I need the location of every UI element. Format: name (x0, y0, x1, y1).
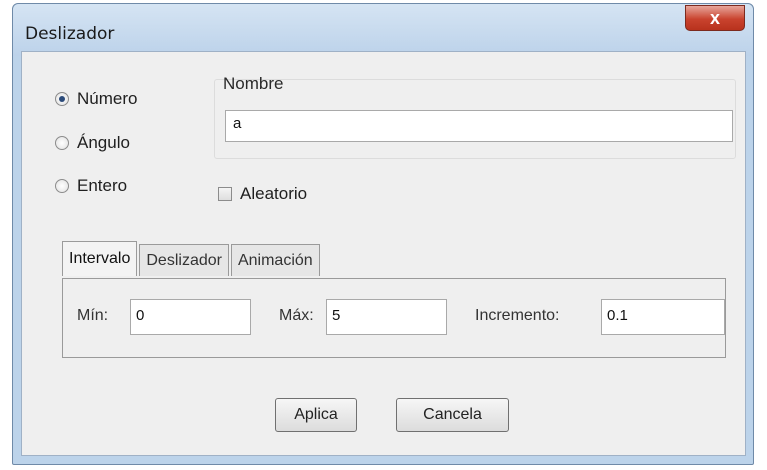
tab-animation[interactable]: Animación (230, 244, 320, 276)
interval-tab-panel: Mín: 0 Máx: 5 Incremento: 0.1 (62, 278, 726, 358)
name-input[interactable]: a (225, 110, 733, 142)
radio-number-label: Número (77, 89, 138, 108)
radio-indicator[interactable] (55, 136, 69, 150)
radio-angle[interactable]: Ángulo (55, 133, 130, 153)
dialog-body: Número Ángulo Entero Nombre a Aleatorio … (21, 51, 746, 456)
radio-integer-label: Entero (77, 176, 128, 195)
tab-interval[interactable]: Intervalo (62, 241, 138, 276)
name-panel: Nombre a (214, 74, 736, 159)
random-label: Aleatorio (240, 184, 308, 203)
close-button[interactable]: x (685, 5, 745, 31)
min-label: Mín: (77, 307, 109, 324)
max-label: Máx: (279, 307, 314, 324)
increment-label: Incremento: (475, 307, 560, 324)
apply-button[interactable]: Aplica (275, 398, 357, 432)
max-input[interactable]: 5 (326, 299, 447, 335)
random-checkbox-row[interactable]: Aleatorio (218, 184, 307, 204)
radio-integer[interactable]: Entero (55, 176, 127, 196)
name-label: Nombre (223, 74, 284, 93)
random-checkbox[interactable] (218, 187, 232, 201)
title-bar[interactable]: Deslizador x (13, 4, 753, 56)
tab-slider[interactable]: Deslizador (139, 244, 229, 276)
radio-indicator[interactable] (55, 179, 69, 193)
tab-strip: Intervalo Deslizador Animación (62, 241, 322, 276)
slider-dialog-window: Deslizador x Número Ángulo Entero Nombre… (12, 3, 754, 465)
radio-number[interactable]: Número (55, 89, 137, 109)
window-title: Deslizador (25, 24, 115, 44)
close-icon: x (709, 7, 720, 28)
radio-indicator-selected[interactable] (55, 92, 69, 106)
cancel-button[interactable]: Cancela (396, 398, 509, 432)
radio-dot-icon (59, 96, 65, 102)
min-input[interactable]: 0 (130, 299, 251, 335)
radio-angle-label: Ángulo (77, 133, 130, 152)
increment-input[interactable]: 0.1 (601, 299, 725, 335)
